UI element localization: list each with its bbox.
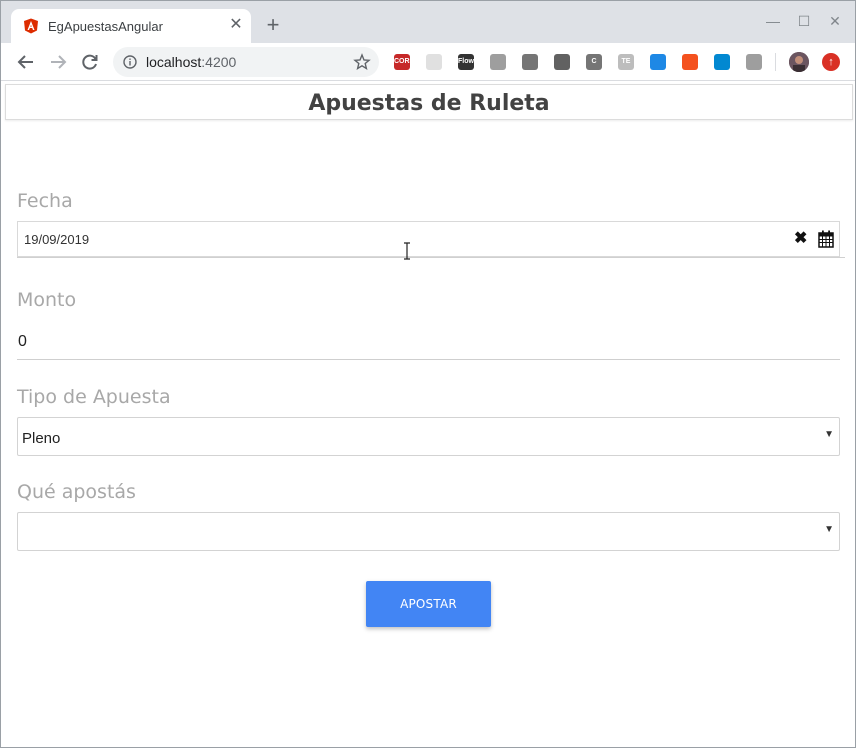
url-port: :4200 [201,54,237,70]
forward-arrow-icon[interactable] [47,51,69,73]
flow-extension-icon[interactable]: Flow [458,54,474,70]
dropdown-arrow-icon: ▼ [824,524,834,535]
monto-label: Monto [17,289,77,311]
browser-window: EgApuestasAngular ✕ + — ☐ ✕ localhost:42… [0,0,856,748]
tipo-apuesta-value: Pleno [22,430,61,447]
toolbar-divider [775,53,776,71]
te-extension-icon[interactable]: TE [618,54,634,70]
cube-extension-icon[interactable] [522,54,538,70]
info-icon[interactable] [123,55,137,69]
tipo-apuesta-select[interactable]: Pleno ▼ [17,417,840,456]
tab-strip: EgApuestasAngular ✕ + — ☐ ✕ [1,1,855,43]
app-page: Apuestas de Ruleta Fecha 19/09/2019 ✖ Mo… [1,82,855,747]
profile-avatar[interactable] [789,52,809,72]
que-apostas-select[interactable]: ▼ [17,512,840,551]
minimize-icon[interactable]: — [765,13,781,29]
trello-extension-icon[interactable] [650,54,666,70]
browser-tab[interactable]: EgApuestasAngular ✕ [11,9,251,43]
address-bar[interactable]: localhost:4200 [113,47,379,77]
orange-extension-icon[interactable] [682,54,698,70]
update-icon[interactable]: ↑ [822,53,840,71]
browser-toolbar: localhost:4200 CORS Flow C TE ↑ [1,43,855,81]
wave-extension-icon[interactable] [714,54,730,70]
calendar-icon[interactable] [818,230,834,248]
dropdown-arrow-icon: ▼ [824,429,834,440]
avatar-icon [789,52,809,72]
monto-underline [17,359,840,360]
page-title: Apuestas de Ruleta [308,91,550,116]
text-cursor-icon [404,242,410,260]
fecha-datepicker[interactable]: 19/09/2019 ✖ [17,221,840,257]
que-apostas-label: Qué apostás [17,481,136,503]
tipo-apuesta-label: Tipo de Apuesta [17,386,171,408]
tab-title: EgApuestasAngular [48,19,163,34]
fecha-label: Fecha [17,190,73,212]
url-host: localhost [146,54,202,70]
maximize-icon[interactable]: ☐ [796,13,812,29]
fecha-input[interactable]: 19/09/2019 [24,232,89,247]
bookmark-star-icon[interactable] [353,53,371,71]
angular-icon [24,18,38,34]
reload-icon[interactable] [79,51,101,73]
clear-date-icon[interactable]: ✖ [794,231,808,247]
c-extension-icon[interactable]: C [586,54,602,70]
fecha-underline [17,257,845,258]
header-card: Apuestas de Ruleta [5,84,853,120]
grid-extension-icon[interactable] [426,54,442,70]
close-tab-icon[interactable]: ✕ [227,16,245,34]
apps-extension-icon[interactable] [554,54,570,70]
back-arrow-icon[interactable] [15,51,37,73]
triangle-extension-icon[interactable] [746,54,762,70]
url-text[interactable]: localhost:4200 [146,54,236,70]
vue-extension-icon[interactable] [490,54,506,70]
close-window-icon[interactable]: ✕ [827,13,843,29]
new-tab-icon[interactable]: + [263,14,283,36]
monto-input[interactable]: 0 [18,333,27,351]
apostar-button[interactable]: APOSTAR [366,581,491,627]
cors-extension-icon[interactable]: CORS [394,54,414,70]
